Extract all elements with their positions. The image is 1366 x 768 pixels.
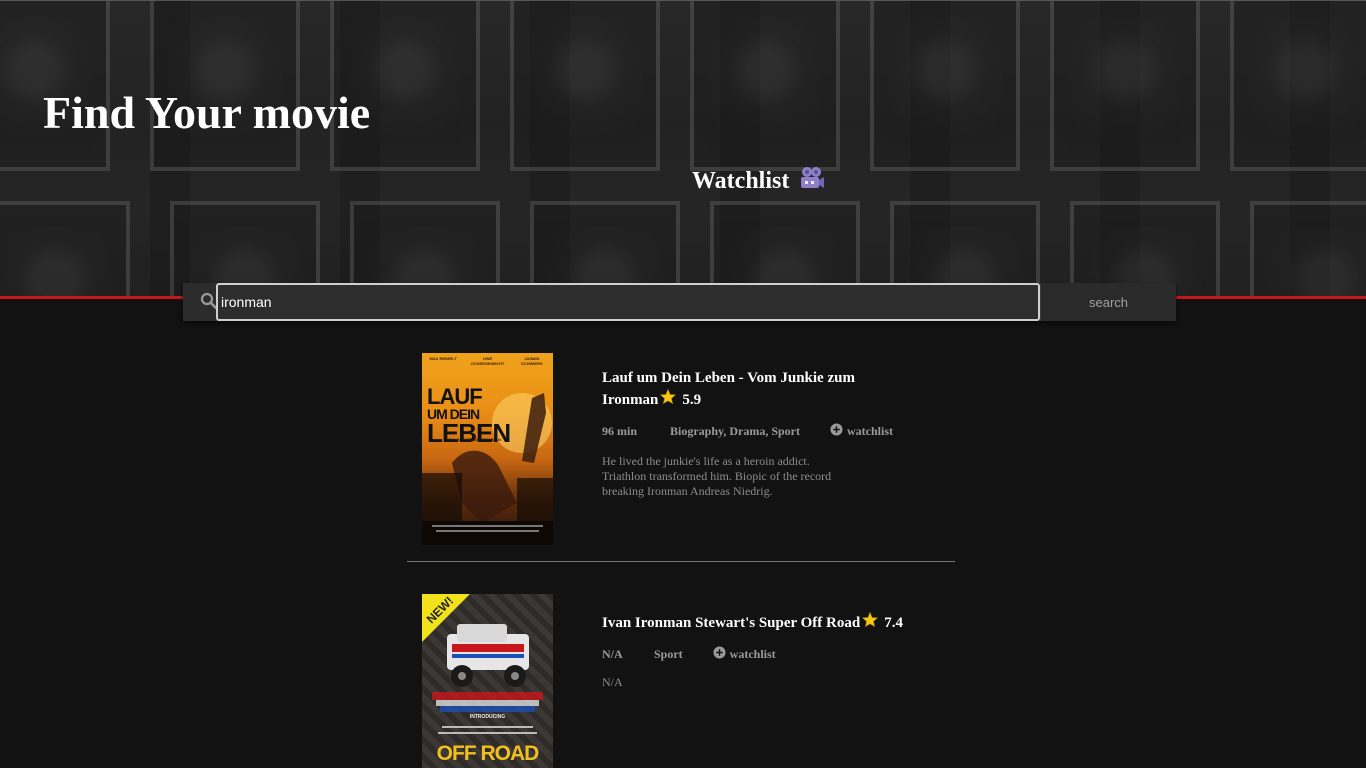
search-button[interactable]: search [1040, 283, 1176, 321]
movie-meta: 96 min Biography, Drama, Sport watchlist [602, 423, 902, 440]
plus-circle-icon [713, 646, 726, 663]
runtime: N/A [602, 647, 623, 661]
star-icon [862, 611, 879, 634]
watchlist-label: Watchlist [692, 167, 790, 194]
add-to-watchlist-button[interactable]: watchlist [713, 646, 776, 663]
search-bar: search [183, 283, 1176, 321]
star-icon [660, 388, 677, 411]
rating: 5.9 [660, 388, 702, 411]
movie-title[interactable]: Ivan Ironman Stewart's Super Off Road 7.… [602, 611, 942, 634]
add-to-watchlist-label: watchlist [729, 647, 776, 661]
hero-banner: Find Your movie Watchlist [0, 0, 1366, 299]
movie-poster[interactable]: MAX RIEMELT UWE OCHSENKNECHT JASMIN SCHW… [422, 353, 553, 545]
movie-title-text: Lauf um Dein Leben - Vom Junkie zum Iron… [602, 370, 855, 408]
poster-credits: MAX RIEMELT UWE OCHSENKNECHT JASMIN SCHW… [422, 356, 553, 366]
poster-credit: MAX RIEMELT [429, 356, 457, 361]
movie-camera-icon [799, 166, 825, 197]
plus-circle-icon [830, 423, 843, 440]
movie-plot: N/A [602, 675, 623, 689]
movie-info: Ivan Ironman Stewart's Super Off Road 7.… [602, 611, 942, 690]
add-to-watchlist-label: watchlist [847, 424, 894, 438]
movie-result: MAX RIEMELT UWE OCHSENKNECHT JASMIN SCHW… [422, 353, 962, 548]
search-input[interactable] [216, 283, 1040, 321]
hero-overlay [0, 1, 1366, 299]
poster-subtitle: VOM JUNKIE ZUM IRONMAN [446, 437, 501, 442]
genres: Biography, Drama, Sport [670, 424, 801, 438]
page-title: Find Your movie [43, 87, 371, 138]
poster-credit: JASMIN SCHWIERS [521, 356, 543, 366]
poster-title: OFF ROAD [436, 742, 540, 765]
poster-credit: UWE OCHSENKNECHT [470, 356, 505, 366]
add-to-watchlist-button[interactable]: watchlist [830, 423, 893, 440]
runtime: 96 min [602, 424, 638, 438]
rating-value: 5.9 [682, 391, 702, 408]
movie-poster[interactable]: NEW! INTRODUCING OFF ROAD [422, 594, 553, 768]
result-divider [407, 561, 955, 562]
movie-title[interactable]: Lauf um Dein Leben - Vom Junkie zum Iron… [602, 368, 902, 411]
watchlist-link[interactable]: Watchlist [692, 166, 825, 196]
movie-info: Lauf um Dein Leben - Vom Junkie zum Iron… [602, 368, 902, 499]
movie-meta: N/A Sport watchlist [602, 646, 942, 663]
rating-value: 7.4 [884, 614, 903, 631]
rating: 7.4 [862, 611, 903, 634]
movie-plot: He lived the junkie's life as a heroin a… [602, 454, 832, 498]
poster-title-line: LAUF [427, 384, 483, 409]
genres: Sport [654, 647, 683, 661]
movie-title-text: Ivan Ironman Stewart's Super Off Road [602, 615, 861, 631]
movie-result: NEW! INTRODUCING OFF ROAD Ivan Ironman S… [422, 594, 962, 768]
poster-intro: INTRODUCING [469, 714, 506, 720]
